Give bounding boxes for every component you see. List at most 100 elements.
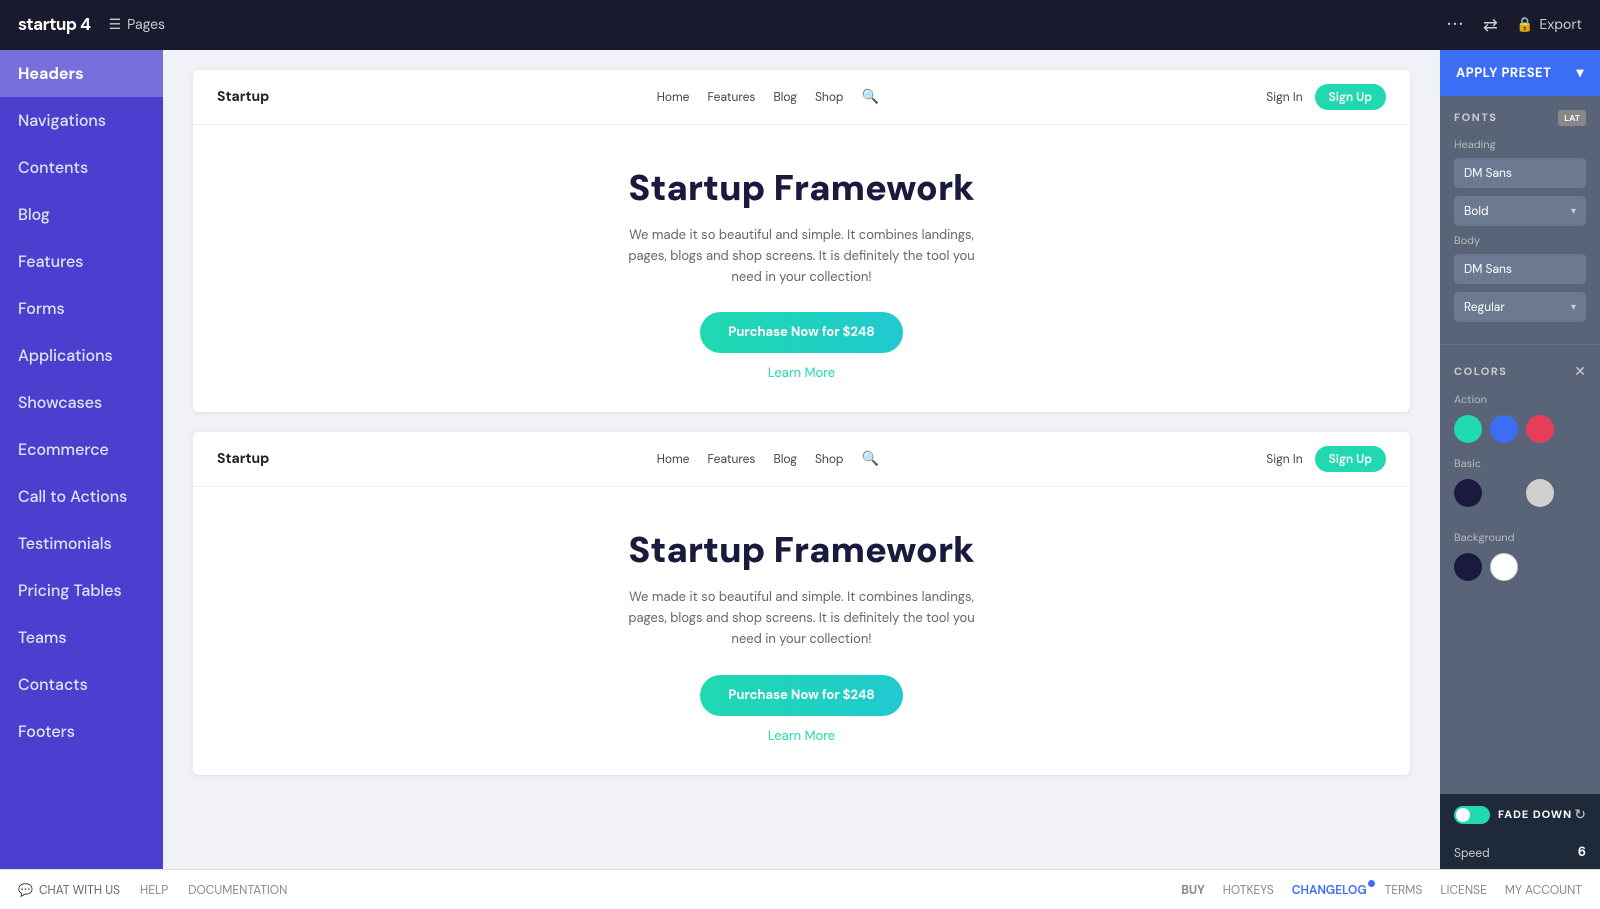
basic-color-3[interactable] xyxy=(1526,479,1554,507)
body-weight-selector[interactable]: Regular ▾ xyxy=(1454,292,1586,322)
hero-learn-more-1[interactable]: Learn More xyxy=(768,365,835,382)
speed-value: 6 xyxy=(1578,844,1586,861)
preview-logo-1: Startup xyxy=(217,88,269,106)
heading-weight-selector[interactable]: Bold ▾ xyxy=(1454,196,1586,226)
basic-colors-label: Basic xyxy=(1454,457,1586,471)
fonts-lang-badge[interactable]: LAT xyxy=(1558,110,1586,126)
fade-label: FADE DOWN xyxy=(1498,808,1572,822)
body-font-label: Body xyxy=(1454,234,1586,248)
hotkeys-link[interactable]: HOTKEYS xyxy=(1223,882,1274,898)
hero-cta-button-2[interactable]: Purchase Now for $248 xyxy=(700,675,902,716)
body-weight-value: Regular xyxy=(1464,299,1505,315)
action-color-3[interactable] xyxy=(1526,415,1554,443)
chat-icon: 💬 xyxy=(18,882,33,898)
nav-link-features-2[interactable]: Features xyxy=(707,451,755,467)
main-layout: Headers Navigations Contents Blog Featur… xyxy=(0,50,1600,869)
bg-color-1[interactable] xyxy=(1454,553,1482,581)
nav-link-blog-2[interactable]: Blog xyxy=(773,451,796,467)
nav-link-shop-2[interactable]: Shop xyxy=(815,451,844,467)
sidebar-item-features[interactable]: Features xyxy=(0,238,163,285)
mini-navbar-2: Startup Home Features Blog Shop 🔍 Sign I… xyxy=(193,432,1410,487)
sidebar-item-teams[interactable]: Teams xyxy=(0,614,163,661)
pages-menu[interactable]: ☰ Pages xyxy=(109,16,166,34)
hero-learn-more-2[interactable]: Learn More xyxy=(768,728,835,745)
preview-nav-right-1: Sign In Sign Up xyxy=(1266,84,1386,110)
nav-link-shop-1[interactable]: Shop xyxy=(815,89,844,105)
bg-color-2[interactable] xyxy=(1490,553,1518,581)
code-view-button[interactable]: ⇄ xyxy=(1483,13,1498,37)
sidebar-item-testimonials[interactable]: Testimonials xyxy=(0,520,163,567)
lock-icon: 🔒 xyxy=(1516,16,1533,34)
sidebar-item-contents[interactable]: Contents xyxy=(0,144,163,191)
heading-font-label: Heading xyxy=(1454,138,1586,152)
changelog-link[interactable]: CHANGELOG xyxy=(1292,882,1367,898)
hero-cta-button-1[interactable]: Purchase Now for $248 xyxy=(700,312,902,353)
hero-title-1: Startup Framework xyxy=(628,165,974,212)
fonts-section: FONTS LAT Heading DM Sans Bold ▾ Body DM… xyxy=(1440,96,1600,340)
sidebar-item-contacts[interactable]: Contacts xyxy=(0,661,163,708)
colors-close-icon[interactable]: ✕ xyxy=(1574,363,1586,381)
heading-font-value: DM Sans xyxy=(1464,165,1512,181)
preview-card-2: Startup Home Features Blog Shop 🔍 Sign I… xyxy=(193,432,1410,774)
sidebar-item-headers[interactable]: Headers xyxy=(0,50,163,97)
nav-link-home-1[interactable]: Home xyxy=(657,89,690,105)
sidebar-item-showcases[interactable]: Showcases xyxy=(0,379,163,426)
search-icon-1[interactable]: 🔍 xyxy=(861,88,878,106)
background-label: Background xyxy=(1454,531,1586,545)
refresh-icon[interactable]: ↻ xyxy=(1574,806,1586,824)
background-section: Background xyxy=(1440,531,1600,595)
action-color-2[interactable] xyxy=(1490,415,1518,443)
app-logo: startup 4 xyxy=(18,14,91,36)
hero-subtitle-1: We made it so beautiful and simple. It c… xyxy=(622,226,982,288)
signin-link-1[interactable]: Sign In xyxy=(1266,89,1302,105)
fade-section: FADE DOWN ↻ Speed 6 xyxy=(1440,794,1600,869)
basic-color-2[interactable] xyxy=(1490,479,1518,507)
buy-link[interactable]: BUY xyxy=(1181,882,1205,898)
colors-section-header: COLors ✕ xyxy=(1454,363,1586,381)
terms-link[interactable]: TERMS xyxy=(1385,882,1423,898)
action-color-swatches xyxy=(1454,415,1586,443)
fade-toggle-switch[interactable] xyxy=(1454,806,1490,824)
action-color-1[interactable] xyxy=(1454,415,1482,443)
sidebar-item-ecommerce[interactable]: Ecommerce xyxy=(0,426,163,473)
body-font-selector[interactable]: DM Sans xyxy=(1454,254,1586,284)
nav-link-home-2[interactable]: Home xyxy=(657,451,690,467)
apply-preset-button[interactable]: APPLY PRESET ▾ xyxy=(1440,50,1600,96)
signin-link-2[interactable]: Sign In xyxy=(1266,451,1302,467)
sidebar-item-navigations[interactable]: Navigations xyxy=(0,97,163,144)
account-link[interactable]: MY ACCOUNT xyxy=(1505,882,1582,898)
sidebar-item-applications[interactable]: Applications xyxy=(0,332,163,379)
basic-color-1[interactable] xyxy=(1454,479,1482,507)
action-colors-label: Action xyxy=(1454,393,1586,407)
topbar: startup 4 ☰ Pages ··· ⇄ 🔒 Export xyxy=(0,0,1600,50)
chat-button[interactable]: 💬 CHAT WITH US xyxy=(18,882,120,898)
sidebar-item-blog[interactable]: Blog xyxy=(0,191,163,238)
bottom-bar: 💬 CHAT WITH US HELP DOCUMENTATION BUY HO… xyxy=(0,869,1600,909)
sidebar-item-call-to-actions[interactable]: Call to Actions xyxy=(0,473,163,520)
sidebar-item-pricing-tables[interactable]: Pricing Tables xyxy=(0,567,163,614)
background-color-swatches xyxy=(1454,553,1586,581)
fonts-section-header: FONTS LAT xyxy=(1454,110,1586,126)
license-link[interactable]: LICENSE xyxy=(1440,882,1487,898)
changelog-dot xyxy=(1368,880,1375,887)
help-link[interactable]: HELP xyxy=(140,882,168,898)
signup-button-2[interactable]: Sign Up xyxy=(1315,446,1386,472)
bottom-right: BUY HOTKEYS CHANGELOG TERMS LICENSE MY A… xyxy=(1181,882,1582,898)
docs-link[interactable]: DOCUMENTATION xyxy=(188,882,287,898)
right-panel: APPLY PRESET ▾ FONTS LAT Heading DM Sans… xyxy=(1440,50,1600,869)
more-options-button[interactable]: ··· xyxy=(1447,12,1465,38)
nav-link-blog-1[interactable]: Blog xyxy=(773,89,796,105)
search-icon-2[interactable]: 🔍 xyxy=(861,450,878,468)
preview-nav-links-1: Home Features Blog Shop 🔍 xyxy=(657,88,879,106)
chevron-down-icon: ▾ xyxy=(1571,205,1576,218)
export-button[interactable]: 🔒 Export xyxy=(1516,16,1582,34)
sidebar-item-forms[interactable]: Forms xyxy=(0,285,163,332)
heading-weight-value: Bold xyxy=(1464,203,1489,219)
basic-color-swatches xyxy=(1454,479,1586,507)
menu-icon: ☰ xyxy=(109,16,122,34)
bottom-left: 💬 CHAT WITH US HELP DOCUMENTATION xyxy=(18,882,287,898)
sidebar-item-footers[interactable]: Footers xyxy=(0,708,163,755)
signup-button-1[interactable]: Sign Up xyxy=(1315,84,1386,110)
heading-font-selector[interactable]: DM Sans xyxy=(1454,158,1586,188)
nav-link-features-1[interactable]: Features xyxy=(707,89,755,105)
